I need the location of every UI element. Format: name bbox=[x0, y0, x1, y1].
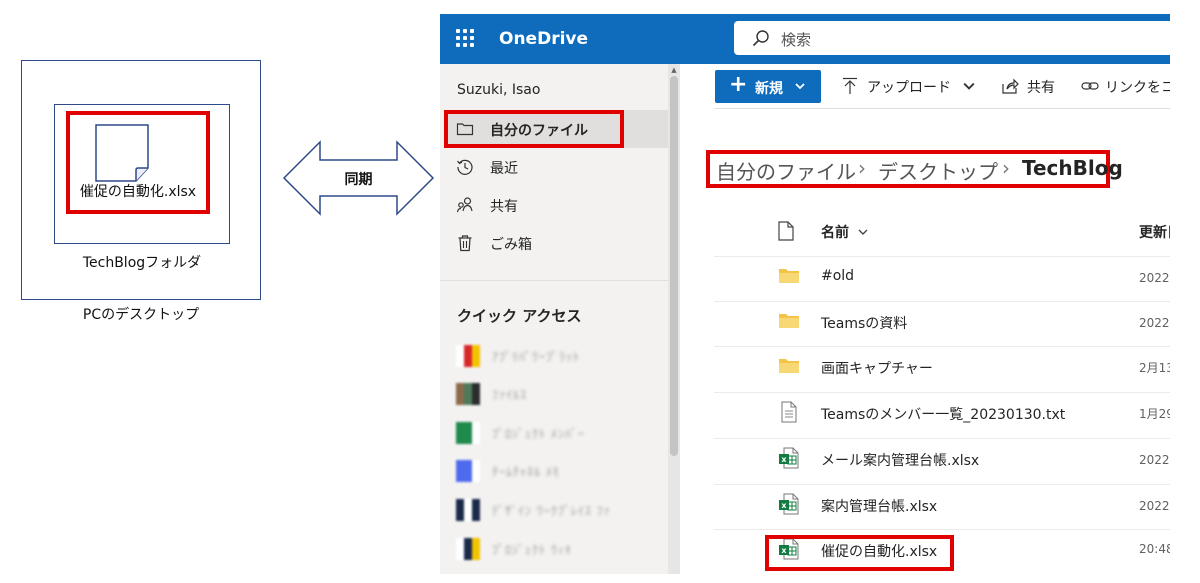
row-divider bbox=[714, 346, 1170, 347]
quick-access-label: ﾃﾞｻﾞｲﾝ ﾜｰｸﾌﾟﾚｲｽ ﾌｧ bbox=[492, 504, 611, 518]
breadcrumb-item-current: TechBlog bbox=[1022, 156, 1123, 180]
breadcrumb-item-my-files[interactable]: 自分のファイル bbox=[716, 156, 856, 185]
sidebar-scrollbar-thumb[interactable] bbox=[670, 76, 678, 456]
diagram-file-name: 催促の自動化.xlsx bbox=[79, 184, 197, 200]
column-header-modified[interactable]: 更新日 bbox=[1139, 222, 1170, 242]
new-button-label: 新規 bbox=[755, 81, 783, 97]
folder-icon bbox=[778, 310, 800, 332]
file-modified-date: 20:48 bbox=[1139, 542, 1170, 556]
sync-label: 同期 bbox=[344, 172, 373, 188]
site-thumbnail-icon bbox=[456, 538, 480, 560]
search-placeholder: 検索 bbox=[781, 31, 812, 49]
file-name-link[interactable]: メール案内管理台帳.xlsx bbox=[821, 450, 979, 470]
svg-text:x: x bbox=[781, 455, 787, 464]
file-name-link[interactable]: #old bbox=[821, 268, 854, 284]
upload-icon bbox=[843, 77, 857, 94]
share-icon bbox=[1002, 78, 1019, 94]
app-launcher-icon[interactable] bbox=[456, 29, 474, 47]
svg-text:x: x bbox=[781, 501, 787, 510]
file-name-link[interactable]: Teamsのメンバー一覧_20230130.txt bbox=[821, 404, 1065, 424]
clock-icon bbox=[457, 159, 473, 175]
my-files-highlight-box bbox=[444, 110, 624, 148]
row-divider bbox=[714, 392, 1170, 393]
breadcrumb-separator-icon: › bbox=[1002, 156, 1010, 180]
sidebar-item-label: 共有 bbox=[490, 199, 518, 215]
sidebar-item-label: ごみ箱 bbox=[490, 237, 532, 253]
command-bar-divider bbox=[714, 108, 1170, 109]
quick-access-item[interactable]: ﾃﾞｻﾞｲﾝ ﾜｰｸﾌﾟﾚｲｽ ﾌｧ bbox=[456, 496, 666, 524]
excel-icon: x bbox=[778, 447, 800, 469]
row-divider bbox=[714, 301, 1170, 302]
sidebar-divider bbox=[440, 280, 668, 281]
sidebar-item-recent[interactable]: 最近 bbox=[444, 148, 668, 186]
link-icon bbox=[1081, 82, 1099, 90]
app-title[interactable]: OneDrive bbox=[499, 29, 588, 49]
quick-access-label: ｱﾌﾟﾘﾊﾟﾜｰﾌﾟﾗｯﾄ bbox=[492, 350, 581, 364]
sort-chevron-icon[interactable] bbox=[858, 227, 868, 237]
chevron-down-icon bbox=[795, 83, 805, 90]
excel-icon: x bbox=[778, 493, 800, 515]
breadcrumb-item-desktop[interactable]: デスクトップ bbox=[878, 156, 998, 185]
file-type-header-icon[interactable] bbox=[778, 221, 794, 241]
people-icon bbox=[456, 197, 473, 213]
scroll-up-icon[interactable]: ▲ bbox=[670, 66, 678, 74]
quick-access-label: ﾁｰﾑﾁｬﾈﾙ ﾒﾓ bbox=[492, 465, 560, 479]
share-button[interactable]: 共有 bbox=[1027, 77, 1055, 97]
search-icon bbox=[752, 30, 769, 47]
file-name-link[interactable]: 画面キャプチャー bbox=[821, 358, 933, 378]
row-divider bbox=[714, 256, 1170, 257]
user-name: Suzuki, Isao bbox=[457, 82, 541, 98]
text-file-icon bbox=[778, 401, 800, 423]
file-modified-date: 2022年 bbox=[1139, 271, 1170, 285]
file-modified-date: 2022年 bbox=[1139, 316, 1170, 330]
target-file-highlight-box bbox=[765, 535, 954, 571]
sidebar-item-shared[interactable]: 共有 bbox=[444, 186, 668, 224]
plus-icon: + bbox=[729, 72, 748, 97]
diagram-folder-label: TechBlogフォルダ bbox=[82, 255, 202, 271]
site-thumbnail-icon bbox=[456, 499, 480, 521]
file-modified-date: 2022年 bbox=[1139, 499, 1170, 513]
breadcrumb-separator-icon: › bbox=[858, 156, 866, 180]
chevron-down-icon[interactable] bbox=[963, 80, 975, 92]
file-modified-date: 2022年 bbox=[1139, 453, 1170, 467]
file-name-link[interactable]: 案内管理台帳.xlsx bbox=[821, 496, 937, 516]
file-modified-date: 1月29 bbox=[1139, 407, 1170, 421]
row-divider bbox=[714, 438, 1170, 439]
quick-access-item[interactable]: ﾌﾟﾛｼﾞｪｸﾄ ｳｨｷ bbox=[456, 535, 666, 563]
quick-access-item[interactable]: ﾌｧｲﾙｽ bbox=[456, 380, 666, 408]
site-thumbnail-icon bbox=[456, 422, 480, 444]
quick-access-item[interactable]: ｱﾌﾟﾘﾊﾟﾜｰﾌﾟﾗｯﾄ bbox=[456, 342, 666, 370]
sidebar-item-recycle-bin[interactable]: ごみ箱 bbox=[444, 224, 668, 262]
file-modified-date: 2月13 bbox=[1139, 361, 1170, 375]
row-divider bbox=[714, 484, 1170, 485]
quick-access-title: クイック アクセス bbox=[457, 307, 582, 325]
folder-icon bbox=[778, 355, 800, 377]
upload-button[interactable]: アップロード bbox=[867, 77, 951, 97]
quick-access-item[interactable]: ﾁｰﾑﾁｬﾈﾙ ﾒﾓ bbox=[456, 457, 666, 485]
document-icon bbox=[95, 124, 149, 182]
quick-access-label: ﾌﾟﾛｼﾞｪｸﾄ ｳｨｷ bbox=[492, 543, 572, 557]
column-header-name[interactable]: 名前 bbox=[821, 222, 849, 242]
quick-access-label: ﾌｧｲﾙｽ bbox=[492, 388, 528, 402]
trash-icon bbox=[458, 235, 472, 252]
sidebar-item-label: 最近 bbox=[490, 161, 518, 177]
quick-access-label: ﾌﾟﾛｼﾞｪｸﾄ ﾒﾝﾊﾞｰ bbox=[492, 427, 585, 441]
folder-icon bbox=[778, 265, 800, 287]
new-button[interactable]: + 新規 bbox=[715, 70, 821, 103]
diagram-desktop-label: PCのデスクトップ bbox=[82, 307, 200, 323]
row-divider bbox=[714, 529, 1170, 530]
site-thumbnail-icon bbox=[456, 345, 480, 367]
file-name-link[interactable]: Teamsの資料 bbox=[821, 313, 907, 333]
site-thumbnail-icon bbox=[456, 460, 480, 482]
site-thumbnail-icon bbox=[456, 383, 480, 405]
quick-access-item[interactable]: ﾌﾟﾛｼﾞｪｸﾄ ﾒﾝﾊﾞｰ bbox=[456, 419, 666, 447]
copy-link-button[interactable]: リンクをコ bbox=[1105, 77, 1170, 97]
